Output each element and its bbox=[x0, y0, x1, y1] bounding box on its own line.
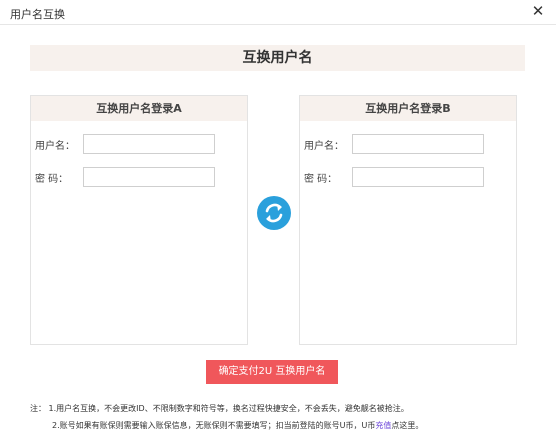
note-text-1: 1.用户名互换，不会更改ID、不限制数字和符号等，换名过程快捷安全，不会丢失，避… bbox=[48, 404, 409, 413]
username-input-a[interactable] bbox=[83, 134, 215, 154]
note-text-2a: 2.账号如果有账保则需要输入账保信息，无账保则不需要填写；扣当前登陆的账号U币，… bbox=[52, 421, 376, 430]
login-panel-b: 互换用户名登录B 用户名： 密 码： bbox=[299, 95, 517, 345]
password-row-a: 密 码： bbox=[35, 167, 245, 187]
username-row-a: 用户名： bbox=[35, 134, 245, 154]
note-prefix: 注： bbox=[30, 404, 46, 413]
panel-b-title: 互换用户名登录B bbox=[300, 96, 516, 121]
username-row-b: 用户名： bbox=[304, 134, 514, 154]
note-text-2b: 点这里。 bbox=[391, 421, 424, 430]
swap-button[interactable] bbox=[257, 196, 291, 230]
note-line-2: 2.账号如果有账保则需要输入账保信息，无账保则不需要填写；扣当前登陆的账号U币，… bbox=[30, 417, 550, 434]
note-line-1: 注： 1.用户名互换，不会更改ID、不限制数字和符号等，换名过程快捷安全，不会丢… bbox=[30, 400, 550, 417]
panel-a-title: 互换用户名登录A bbox=[31, 96, 247, 121]
page-title: 互换用户名 bbox=[30, 45, 525, 71]
username-input-b[interactable] bbox=[352, 134, 484, 154]
notes: 注： 1.用户名互换，不会更改ID、不限制数字和符号等，换名过程快捷安全，不会丢… bbox=[30, 400, 550, 434]
password-label-b: 密 码： bbox=[304, 174, 338, 185]
swap-arrows-icon bbox=[265, 203, 283, 223]
recharge-link[interactable]: 充值 bbox=[375, 421, 391, 430]
password-label-a: 密 码： bbox=[35, 174, 69, 185]
close-icon[interactable]: ✕ bbox=[530, 3, 546, 19]
password-input-b[interactable] bbox=[352, 167, 484, 187]
login-panel-a: 互换用户名登录A 用户名： 密 码： bbox=[30, 95, 248, 345]
username-label-a: 用户名： bbox=[35, 141, 75, 152]
password-row-b: 密 码： bbox=[304, 167, 514, 187]
window-title: 用户名互换 bbox=[10, 8, 65, 21]
confirm-swap-button[interactable]: 确定支付2U 互换用户名 bbox=[206, 360, 338, 384]
password-input-a[interactable] bbox=[83, 167, 215, 187]
username-label-b: 用户名： bbox=[304, 141, 344, 152]
title-bar: 用户名互换 ✕ bbox=[0, 0, 556, 25]
